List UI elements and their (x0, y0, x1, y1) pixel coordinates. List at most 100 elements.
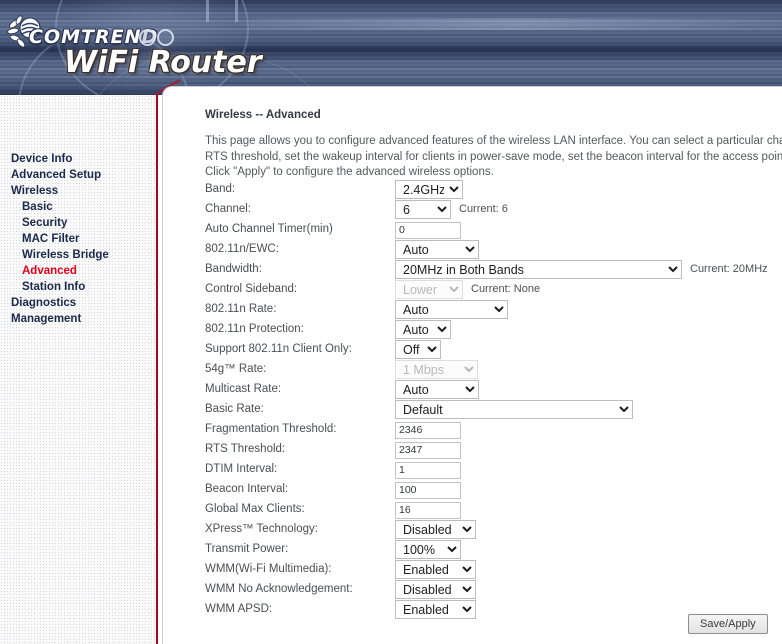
select-control-sideband: Lower (395, 280, 463, 299)
field-control-wrapper (395, 460, 461, 479)
form-row: RTS Threshold: (205, 440, 782, 460)
select-802-11n-rate[interactable]: Auto (395, 300, 508, 319)
brand-circle-decoration (139, 29, 156, 46)
field-label-fragmentation-threshold: Fragmentation Threshold: (205, 423, 337, 435)
field-label-global-max-clients: Global Max Clients: (205, 503, 305, 515)
select-wmm-no-acknowledgement[interactable]: Disabled (395, 580, 476, 599)
sidebar-menu-list: Device Info Advanced Setup Wireless Basic Se… (0, 95, 156, 327)
field-label-wmm-wi-fi-multimedia: WMM(Wi-Fi Multimedia): (205, 563, 332, 575)
field-control-wrapper (395, 220, 461, 239)
select-802-11n-protection[interactable]: Auto (395, 320, 451, 339)
field-control-wrapper: 6 (395, 200, 451, 219)
field-label-54g-rate: 54g™ Rate: (205, 363, 267, 375)
field-label-rts-threshold: RTS Threshold: (205, 443, 286, 455)
sidebar-navigation: Device Info Advanced Setup Wireless Basic Se… (0, 95, 158, 644)
form-row: Fragmentation Threshold: (205, 420, 782, 440)
description-line: Click "Apply" to configure the advanced … (205, 166, 494, 178)
select-transmit-power[interactable]: 100% (395, 540, 461, 559)
select-wmm-wi-fi-multimedia[interactable]: Enabled (395, 560, 476, 579)
sidebar-item-diagnostics[interactable]: Diagnostics (0, 295, 156, 311)
field-control-wrapper: Enabled (395, 600, 476, 619)
field-control-wrapper: Lower (395, 280, 463, 299)
save-apply-button[interactable]: Save/Apply (688, 614, 768, 634)
current-value-control-sideband: Current: None (471, 283, 541, 295)
sidebar-item-wireless[interactable]: Wireless (0, 183, 156, 199)
form-row: Multicast Rate: Auto (205, 380, 782, 400)
form-row: DTIM Interval: (205, 460, 782, 480)
form-row: XPress™ Technology: Disabled (205, 520, 782, 540)
sidebar-item-wireless-bridge[interactable]: Wireless Bridge (0, 247, 156, 263)
select-support-802-11n-client-only[interactable]: Off (395, 340, 441, 359)
input-beacon-interval[interactable] (395, 481, 461, 499)
field-label-auto-channel-timer-min: Auto Channel Timer(min) (205, 223, 333, 235)
field-label-802-11n-rate: 802.11n Rate: (205, 303, 277, 315)
input-rts-threshold[interactable] (395, 441, 461, 459)
field-label-multicast-rate: Multicast Rate: (205, 383, 282, 395)
field-label-channel: Channel: (205, 203, 252, 215)
banner-sheen-decoration (250, 18, 782, 30)
form-row: WMM No Acknowledgement: Disabled (205, 580, 782, 600)
form-row: WMM(Wi-Fi Multimedia): Enabled (205, 560, 782, 580)
sidebar-item-station-info[interactable]: Station Info (0, 279, 156, 295)
field-label-control-sideband: Control Sideband: (205, 283, 298, 295)
field-control-wrapper: Default (395, 400, 633, 419)
select-basic-rate[interactable]: Default (395, 400, 633, 419)
field-control-wrapper: 2.4GHz (395, 180, 463, 199)
product-title: WiFi Router (64, 45, 262, 80)
field-label-bandwidth: Bandwidth: (205, 263, 262, 275)
field-label-wmm-no-acknowledgement: WMM No Acknowledgement: (205, 583, 353, 595)
sidebar-item-device-info[interactable]: Device Info (0, 151, 156, 167)
sidebar-item-basic[interactable]: Basic (0, 199, 156, 215)
sidebar-item-management[interactable]: Management (0, 311, 156, 327)
sidebar-item-security[interactable]: Security (0, 215, 156, 231)
field-control-wrapper: 1 Mbps (395, 360, 478, 379)
sidebar-item-advanced[interactable]: Advanced (0, 263, 156, 279)
select-802-11n-ewc[interactable]: Auto (395, 240, 479, 259)
sidebar-item-advanced-setup[interactable]: Advanced Setup (0, 167, 156, 183)
field-label-wmm-apsd: WMM APSD: (205, 603, 273, 615)
description-line: RTS threshold, set the wakeup interval f… (205, 150, 782, 163)
field-label-802-11n-protection: 802.11n Protection: (205, 323, 304, 335)
field-control-wrapper: 20MHz in Both Bands (395, 260, 682, 279)
form-row: Control Sideband: Lower Current: None (205, 280, 782, 300)
main-content-panel: Wireless -- Advanced This page allows yo… (162, 86, 782, 644)
select-band[interactable]: 2.4GHz (395, 180, 463, 199)
select-54g-rate: 1 Mbps (395, 360, 478, 379)
input-auto-channel-timer-min[interactable] (395, 221, 461, 239)
select-xpress-technology[interactable]: Disabled (395, 520, 476, 539)
field-control-wrapper: Auto (395, 320, 451, 339)
field-control-wrapper: Enabled (395, 560, 476, 579)
form-row: 54g™ Rate: 1 Mbps (205, 360, 782, 380)
form-row: 802.11n Protection: Auto (205, 320, 782, 340)
form-row: 802.11n Rate: Auto (205, 300, 782, 320)
form-row: Bandwidth: 20MHz in Both Bands Current: 20… (205, 260, 782, 280)
form-row: Basic Rate: Default (205, 400, 782, 420)
form-row: Transmit Power: 100% (205, 540, 782, 560)
field-label-transmit-power: Transmit Power: (205, 543, 289, 555)
current-value-channel: Current: 6 (459, 203, 508, 215)
field-control-wrapper (395, 420, 461, 439)
field-control-wrapper (395, 480, 461, 499)
input-dtim-interval[interactable] (395, 461, 461, 479)
input-fragmentation-threshold[interactable] (395, 421, 461, 439)
select-multicast-rate[interactable]: Auto (395, 380, 479, 399)
field-label-basic-rate: Basic Rate: (205, 403, 264, 415)
page-description: This page allows you to configure advanc… (205, 134, 782, 181)
sidebar-item-mac-filter[interactable]: MAC Filter (0, 231, 156, 247)
field-control-wrapper (395, 440, 461, 459)
form-row: 802.11n/EWC: Auto (205, 240, 782, 260)
input-global-max-clients[interactable] (395, 501, 461, 519)
select-bandwidth[interactable]: 20MHz in Both Bands (395, 260, 682, 279)
field-control-wrapper: Disabled (395, 520, 476, 539)
field-control-wrapper: Disabled (395, 580, 476, 599)
page-title: Wireless -- Advanced (205, 109, 321, 121)
select-wmm-apsd[interactable]: Enabled (395, 600, 476, 619)
form-row: Band: 2.4GHz (205, 180, 782, 200)
description-line: This page allows you to configure advanc… (205, 135, 782, 147)
field-label-xpress-technology: XPress™ Technology: (205, 523, 318, 535)
select-channel[interactable]: 6 (395, 200, 451, 219)
field-control-wrapper: Auto (395, 300, 508, 319)
form-row: Channel: 6 Current: 6 (205, 200, 782, 220)
form-row: Beacon Interval: (205, 480, 782, 500)
field-label-band: Band: (205, 183, 236, 195)
